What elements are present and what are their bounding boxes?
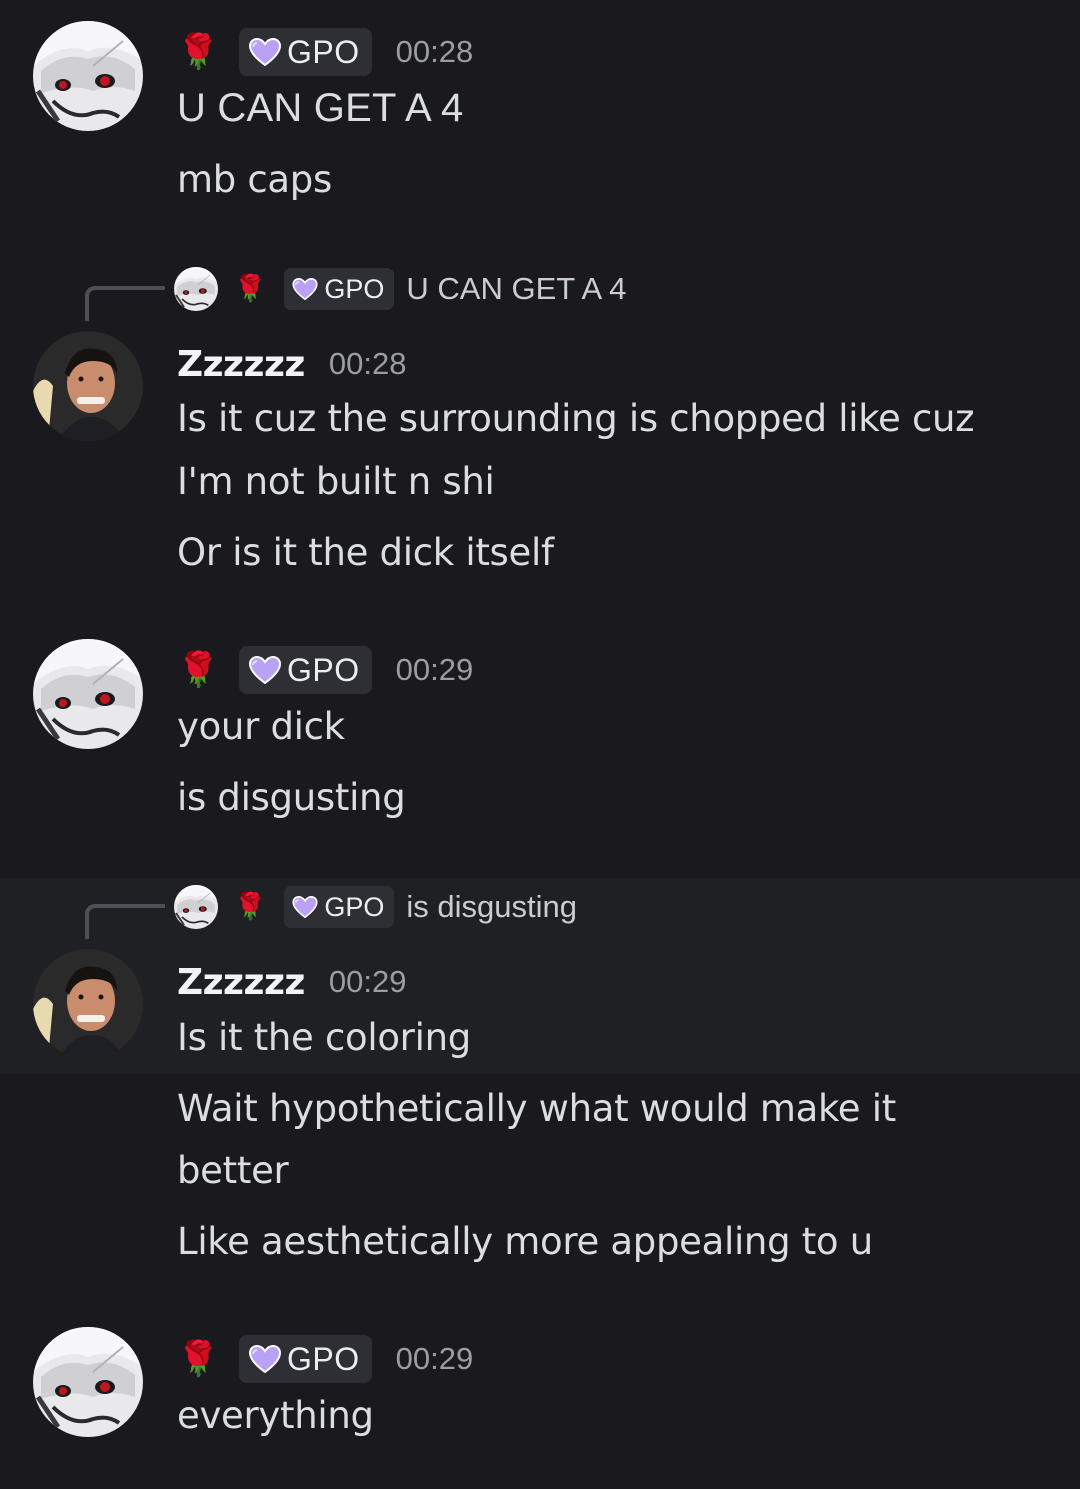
rose-emoji[interactable]: 🌹 xyxy=(177,1342,219,1376)
server-tag: GPO xyxy=(284,268,395,310)
server-tag[interactable]: GPO xyxy=(239,1335,372,1383)
message-text: Like aesthetically more appealing to u xyxy=(177,1220,873,1263)
message-text: I'm not built n shi xyxy=(177,460,495,503)
timestamp: 00:29 xyxy=(395,1341,474,1376)
timestamp: 00:29 xyxy=(328,964,407,999)
message-text: Is it cuz the surrounding is chopped lik… xyxy=(177,397,975,440)
server-tag-label: GPO xyxy=(287,33,360,70)
reply-text: U CAN GET A 4 xyxy=(406,271,627,306)
rose-emoji: 🌹 xyxy=(234,274,267,304)
server-tag-label: GPO xyxy=(287,1340,360,1377)
rose-emoji[interactable]: 🌹 xyxy=(177,35,219,69)
user-avatar[interactable] xyxy=(33,21,143,131)
message-text: Is it the coloring xyxy=(177,1016,471,1059)
server-tag: GPO xyxy=(284,886,395,928)
purple-heart-icon xyxy=(292,896,318,918)
purple-heart-icon xyxy=(292,278,318,300)
reply-spine xyxy=(85,904,165,939)
server-tag-label: GPO xyxy=(324,891,385,922)
reply-preview[interactable]: 🌹 GPO is disgusting xyxy=(174,882,577,932)
username[interactable]: Zzzzzz xyxy=(177,344,305,385)
purple-heart-icon xyxy=(249,656,281,684)
message-header: 🌹 GPO 00:28 xyxy=(177,27,473,77)
message-header: 🌹 GPO 00:29 xyxy=(177,645,473,695)
user-avatar[interactable] xyxy=(33,639,143,749)
reply-avatar xyxy=(174,267,218,311)
message-text: mb caps xyxy=(177,158,332,201)
user-avatar[interactable] xyxy=(33,331,143,441)
server-tag[interactable]: GPO xyxy=(239,28,372,76)
reply-spine xyxy=(85,286,165,321)
message-text: your dick xyxy=(177,705,345,748)
purple-heart-icon xyxy=(249,38,281,66)
server-tag[interactable]: GPO xyxy=(239,646,372,694)
timestamp: 00:29 xyxy=(395,652,474,687)
timestamp: 00:28 xyxy=(328,346,407,381)
message-text: better xyxy=(177,1149,289,1192)
purple-heart-icon xyxy=(249,1345,281,1373)
user-avatar[interactable] xyxy=(33,1327,143,1437)
message-text: everything xyxy=(177,1394,374,1437)
server-tag-label: GPO xyxy=(324,273,385,304)
reply-avatar xyxy=(174,885,218,929)
message-header: 🌹 GPO 00:29 xyxy=(177,1334,473,1384)
user-avatar[interactable] xyxy=(33,949,143,1059)
reply-preview[interactable]: 🌹 GPO U CAN GET A 4 xyxy=(174,264,626,314)
message-text: is disgusting xyxy=(177,776,406,819)
message-text: U CAN GET A 4 xyxy=(177,86,464,130)
message-text: Wait hypothetically what would make it xyxy=(177,1087,896,1130)
server-tag-label: GPO xyxy=(287,651,360,688)
message-header: Zzzzzz 00:29 xyxy=(177,957,406,1007)
username[interactable]: Zzzzzz xyxy=(177,962,305,1003)
reply-text: is disgusting xyxy=(406,889,577,924)
rose-emoji[interactable]: 🌹 xyxy=(177,653,219,687)
message-text: Or is it the dick itself xyxy=(177,531,554,574)
rose-emoji: 🌹 xyxy=(234,892,267,922)
message-header: Zzzzzz 00:28 xyxy=(177,339,406,389)
timestamp: 00:28 xyxy=(395,34,474,69)
